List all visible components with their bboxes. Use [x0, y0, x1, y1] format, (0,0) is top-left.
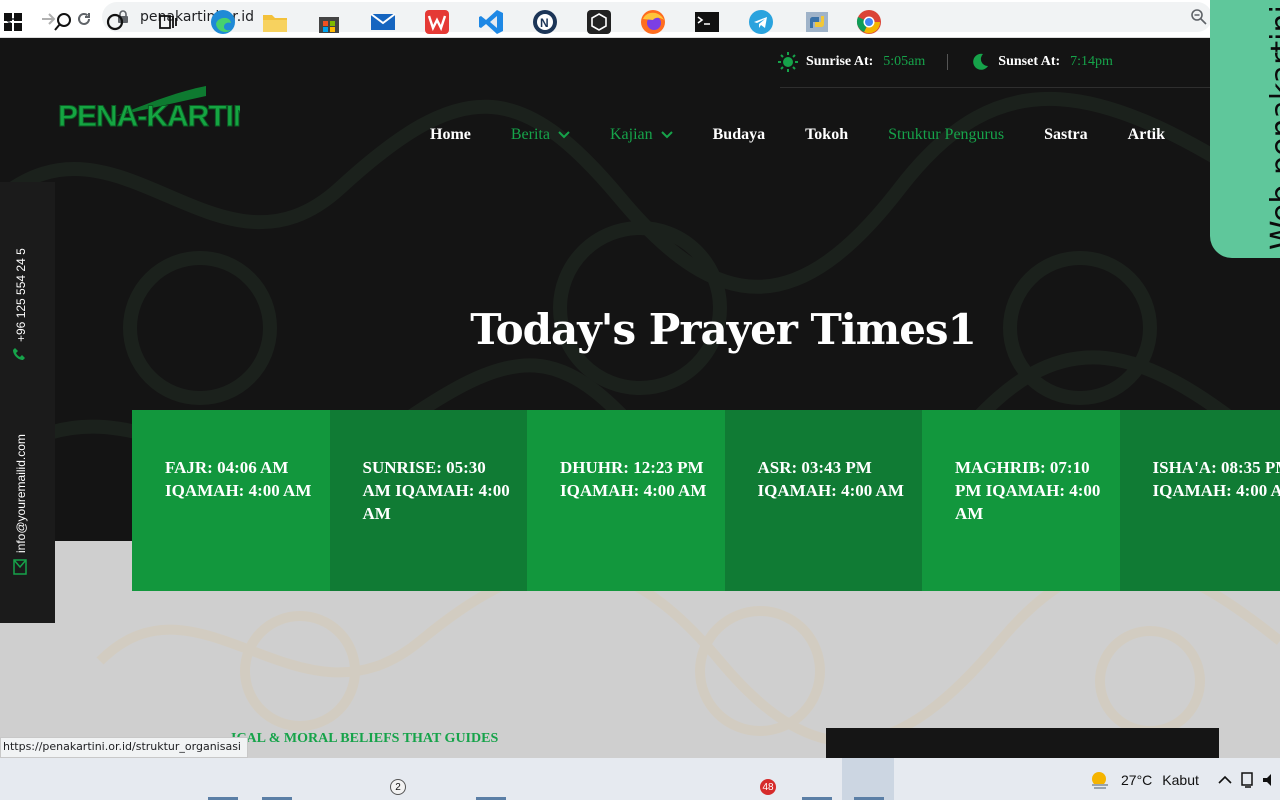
nav-tokoh[interactable]: Tokoh — [805, 126, 848, 144]
firefox-icon[interactable] — [640, 9, 666, 35]
svg-text:N: N — [540, 16, 549, 30]
status-bar-url: https://penakartini.or.id/struktur_organ… — [0, 737, 248, 758]
prayer-card-dhuhr: DHUHR: 12:23 PM IQAMAH: 4:00 AM — [527, 410, 725, 591]
sunrise-label: Sunrise At: — [806, 54, 874, 69]
phone-icon — [13, 348, 25, 360]
sun-icon — [778, 52, 798, 72]
phone-number[interactable]: +96 125 554 24 5 — [14, 248, 28, 342]
nav-label: Artik — [1127, 126, 1165, 143]
nav-kajian[interactable]: Kajian — [610, 126, 673, 144]
chevron-up-icon[interactable] — [1218, 775, 1232, 785]
section-tagline: …ICAL & MORAL BELIEFS THAT GUIDES — [217, 731, 499, 746]
weather-widget[interactable]: 27°C Kabut — [1088, 768, 1199, 792]
search-icon[interactable] — [50, 9, 76, 35]
nav-label: Kajian — [609, 126, 653, 143]
main-nav: Home Berita Kajian Budaya Tokoh Struktur… — [430, 124, 1205, 146]
nav-label: Berita — [510, 126, 550, 143]
divider — [947, 54, 949, 70]
overlay-badge-text: Web penakartini — [1265, 5, 1280, 250]
sun-times: Sunrise At: 5:05am Sunset At: 7:14pm — [778, 50, 1113, 74]
page-title: Today's Prayer Times1 — [470, 305, 977, 354]
nav-label: Tokoh — [805, 126, 849, 143]
nav-label: Struktur Pengurus — [888, 126, 1005, 143]
windows-start-icon[interactable] — [0, 9, 26, 35]
weather-text: Kabut — [1162, 772, 1199, 788]
nav-berita[interactable]: Berita — [511, 126, 570, 144]
volume-icon[interactable] — [1262, 772, 1276, 788]
store-icon[interactable] — [316, 9, 342, 35]
wps-icon[interactable] — [424, 9, 450, 35]
prayer-card-maghrib: MAGHRIB: 07:10 PM IQAMAH: 4:00 AM — [922, 410, 1120, 591]
nav-sastra[interactable]: Sastra — [1044, 126, 1088, 144]
chrome-icon[interactable] — [856, 9, 882, 35]
moon-icon — [973, 53, 989, 70]
unity-icon[interactable] — [586, 9, 612, 35]
system-tray — [1218, 768, 1276, 792]
task-view-icon[interactable] — [155, 9, 181, 35]
chevron-down-icon — [558, 131, 570, 139]
svg-text:PENA-KARTINI: PENA-KARTINI — [58, 100, 240, 132]
mail-app-icon[interactable] — [370, 9, 396, 35]
cortana-icon[interactable] — [102, 9, 128, 35]
terminal-icon[interactable] — [694, 9, 720, 35]
prayer-times-row: FAJR: 04:06 AM IQAMAH: 4:00 AM SUNRISE: … — [132, 410, 1280, 591]
prayer-card-ishaa: ISHA'A: 08:35 PM IQAMAH: 4:00 AM — [1119, 410, 1280, 591]
weather-temp: 27°C — [1121, 772, 1153, 788]
sunset-label: Sunset At: — [998, 54, 1061, 69]
taskbar-active-highlight — [842, 758, 894, 800]
vscode-icon[interactable] — [478, 9, 504, 35]
mail-icon — [13, 559, 27, 575]
sunset-value: 7:14pm — [1070, 54, 1113, 69]
prayer-card-sunrise: SUNRISE: 05:30 AM IQAMAH: 4:00 AM — [329, 410, 527, 591]
mail-badge: 2 — [390, 779, 406, 795]
chevron-down-icon — [660, 131, 673, 139]
sunrise-value: 5:05am — [883, 54, 926, 69]
prayer-card-fajr: FAJR: 04:06 AM IQAMAH: 4:00 AM — [132, 410, 330, 591]
nav-struktur-pengurus[interactable]: Struktur Pengurus — [888, 126, 1004, 144]
content-dark-panel — [826, 728, 1219, 758]
header-divider — [780, 87, 1210, 88]
app-icon[interactable]: N — [532, 9, 558, 35]
site-logo[interactable]: PENA-KARTINI — [56, 82, 240, 132]
nav-home[interactable]: Home — [430, 126, 471, 144]
weather-icon — [1092, 772, 1108, 789]
network-icon[interactable] — [1240, 771, 1256, 789]
telegram-badge: 48 — [760, 779, 776, 795]
nav-label: Sastra — [1044, 126, 1088, 143]
zoom-icon[interactable] — [1190, 8, 1208, 26]
prayer-card-asr: ASR: 03:43 PM IQAMAH: 4:00 AM — [724, 410, 922, 591]
edge-icon[interactable] — [210, 9, 236, 35]
nav-label: Budaya — [712, 126, 766, 143]
file-explorer-icon[interactable] — [262, 9, 288, 35]
nav-artikel[interactable]: Artik — [1128, 126, 1165, 144]
email-address[interactable]: info@youremailid.com — [14, 434, 28, 553]
nav-budaya[interactable]: Budaya — [713, 126, 765, 144]
nav-label: Home — [430, 126, 471, 143]
telegram-icon[interactable] — [748, 9, 774, 35]
python-icon[interactable] — [804, 9, 830, 35]
